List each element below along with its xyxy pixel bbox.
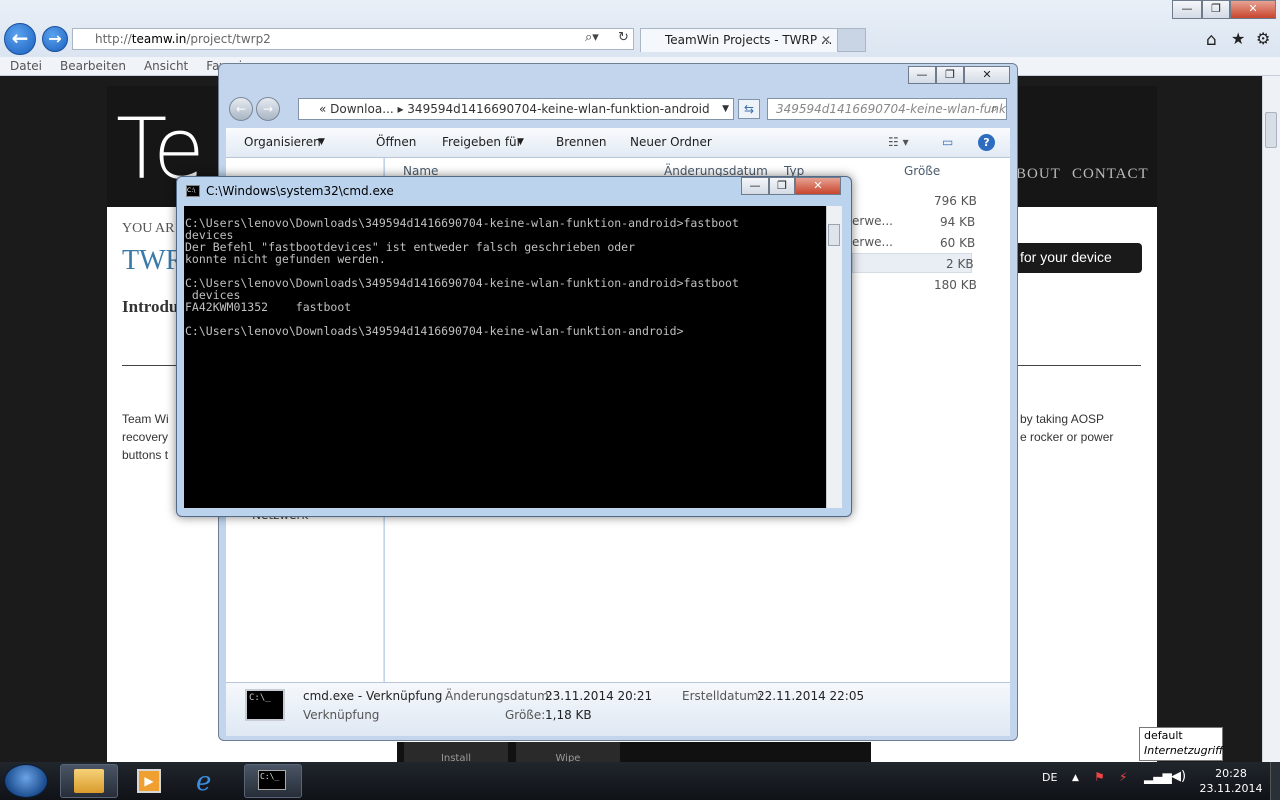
breadcrumb: YOU AR (122, 221, 175, 236)
file-type-cell: erwe... (852, 214, 893, 228)
close-tab-icon[interactable]: ✕ (821, 29, 831, 51)
network-icon[interactable]: ▂▄▆ (1144, 770, 1172, 784)
share-button[interactable]: Freigeben für (442, 128, 522, 157)
action-center-icon[interactable]: ⚑ (1094, 770, 1105, 784)
cmd-minimize-button[interactable]: — (741, 177, 769, 195)
cmd-shortcut-icon: C:\_ (245, 689, 285, 721)
details-size-value: 1,18 KB (545, 708, 592, 722)
explorer-close-button[interactable]: ✕ (964, 66, 1010, 84)
cmd-console-output[interactable]: C:\Users\lenovo\Downloads\349594d1416690… (184, 206, 826, 508)
nav-contact[interactable]: CONTACT (1072, 166, 1149, 183)
show-desktop-button[interactable] (1270, 762, 1280, 800)
tab-install[interactable]: Install (404, 742, 508, 762)
cmd-title: C:\Windows\system32\cmd.exe (206, 184, 394, 198)
explorer-back-button[interactable]: ← (229, 97, 253, 121)
file-size-cell: 60 KB (940, 236, 976, 250)
minimize-button[interactable]: — (1172, 0, 1202, 19)
new-tab-button[interactable] (838, 28, 866, 52)
tab-wipe[interactable]: Wipe (516, 742, 620, 762)
file-size-cell: 94 KB (940, 215, 976, 229)
details-created-value: 22.11.2014 22:05 (757, 689, 865, 703)
explorer-maximize-button[interactable]: ❐ (936, 66, 964, 84)
scrollbar-thumb[interactable] (1265, 112, 1277, 148)
organize-button[interactable]: Organisieren (244, 128, 321, 157)
file-type-cell: erwe... (852, 235, 893, 249)
refresh-icon[interactable]: ⇆ (738, 99, 760, 119)
media-player-icon: ▶ (137, 769, 161, 793)
nav-about[interactable]: BOUT (1016, 166, 1061, 183)
page-title: TWR (122, 245, 185, 276)
help-icon[interactable]: ? (978, 134, 995, 151)
ie-icon: e (196, 767, 212, 797)
preview-pane-icon[interactable]: ▭ (942, 128, 953, 157)
power-icon[interactable]: ⚡ (1119, 770, 1127, 784)
explorer-toolbar: Organisieren ▼ Öffnen Freigeben für ▼ Bren… (226, 128, 1010, 158)
file-size-cell: 2 KB (946, 257, 974, 271)
details-file-kind: Verknüpfung (303, 708, 380, 722)
cmd-scrollbar-thumb[interactable] (828, 224, 840, 246)
column-size[interactable]: Größe (904, 164, 940, 178)
details-mod-label: Änderungsdatum: (445, 689, 553, 703)
menu-datei[interactable]: Datei (10, 59, 42, 73)
cmd-icon: C:\ (186, 185, 200, 197)
maximize-button[interactable]: ❐ (1202, 0, 1230, 19)
explorer-breadcrumb[interactable]: « Downloa... ▸ 349594d1416690704-keine-w… (298, 98, 734, 120)
tray-expand-icon[interactable]: ▲ (1072, 773, 1079, 783)
volume-icon[interactable]: ◀) (1171, 769, 1186, 784)
menu-bearbeiten[interactable]: Bearbeiten (60, 59, 126, 73)
tab-twrp[interactable]: TeamWin Projects - TWRP ... ✕ (640, 28, 838, 52)
search-icon: ⌕ (991, 101, 998, 115)
language-indicator[interactable]: DE (1042, 771, 1057, 784)
body-text-right: by taking AOSP e rocker or power (1020, 412, 1114, 444)
favorites-icon[interactable]: ★ (1231, 29, 1245, 48)
file-size-cell: 180 KB (934, 278, 977, 292)
forward-button[interactable]: → (42, 26, 68, 52)
page-scrollbar[interactable] (1262, 76, 1280, 762)
cmd-maximize-button[interactable]: ❐ (769, 177, 795, 195)
file-size-cell: 796 KB (934, 194, 977, 208)
explorer-minimize-button[interactable]: — (908, 66, 936, 84)
burn-button[interactable]: Brennen (556, 128, 606, 157)
start-button[interactable] (4, 764, 48, 798)
section-heading: Introdu (122, 297, 179, 316)
back-button[interactable]: ← (4, 23, 36, 55)
explorer-forward-button[interactable]: → (256, 97, 280, 121)
home-icon[interactable]: ⌂ (1206, 30, 1217, 50)
refresh-icon[interactable]: ↻ (618, 30, 629, 45)
open-button[interactable]: Öffnen (376, 128, 416, 157)
system-clock[interactable]: 20:28 23.11.2014 (1196, 766, 1266, 796)
folder-icon (74, 769, 104, 793)
new-folder-button[interactable]: Neuer Ordner (630, 128, 712, 157)
details-mod-value: 23.11.2014 20:21 (545, 689, 653, 703)
cmd-close-button[interactable]: ✕ (795, 177, 841, 195)
close-button[interactable]: ✕ (1230, 0, 1276, 19)
menu-ansicht[interactable]: Ansicht (144, 59, 188, 73)
cmd-icon: C:\_ (258, 770, 286, 790)
search-icon[interactable]: ⌕▾ (585, 30, 599, 45)
view-options-icon[interactable]: ☷ ▾ (888, 128, 909, 157)
network-tooltip: default Internetzugriff (1139, 727, 1223, 761)
cmd-scrollbar[interactable] (826, 206, 842, 508)
device-button[interactable]: for your device (1012, 243, 1142, 273)
details-created-label: Erstelldatum: (682, 689, 763, 703)
explorer-search-input[interactable]: 349594d1416690704-keine-wlan-funkt... (767, 98, 1007, 120)
address-bar[interactable]: http://teamw.in/project/twrp2 (72, 28, 634, 50)
settings-gear-icon[interactable]: ⚙ (1256, 29, 1270, 48)
body-text-left: Team Wi recovery buttons t (122, 412, 169, 462)
details-size-label: Größe: (505, 708, 546, 722)
details-file-name: cmd.exe - Verknüpfung (303, 689, 443, 703)
